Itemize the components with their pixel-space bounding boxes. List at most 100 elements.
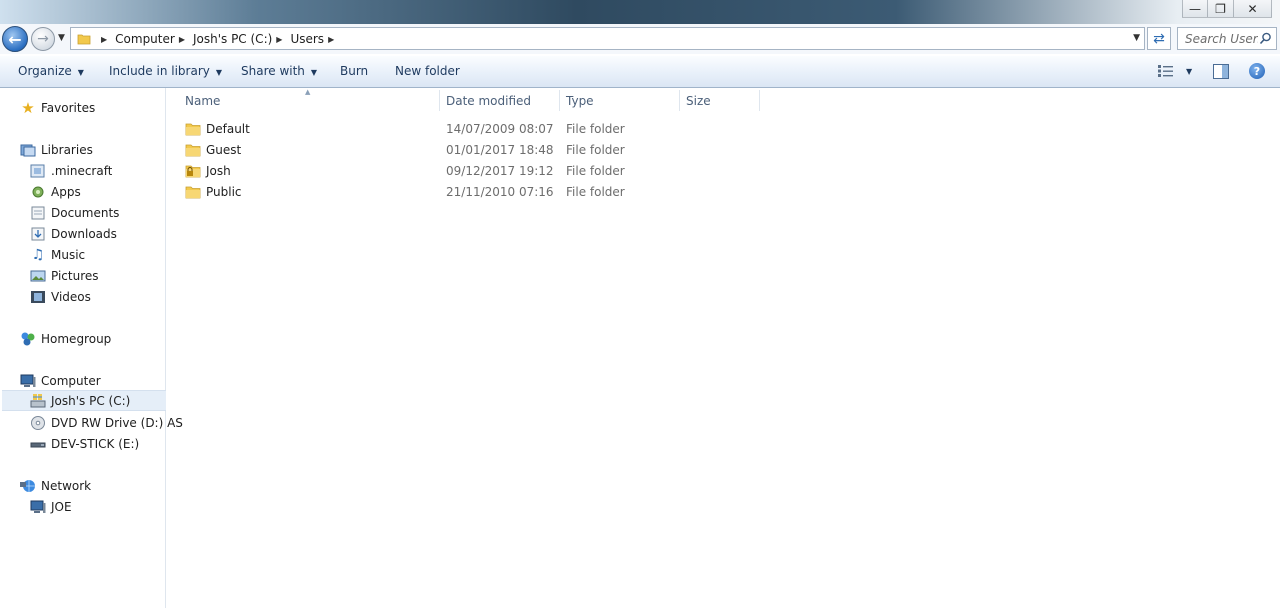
nav-library-minecraft-label: .minecraft xyxy=(51,163,113,178)
window-controls: — ❐ ✕ xyxy=(1182,0,1272,18)
recent-pages-button[interactable]: ▼ xyxy=(58,33,65,43)
chevron-right-icon[interactable]: ▶ xyxy=(179,35,185,44)
close-button[interactable]: ✕ xyxy=(1234,0,1272,18)
nav-library-videos[interactable]: Videos xyxy=(30,286,91,307)
folder-icon xyxy=(185,186,201,199)
column-divider[interactable] xyxy=(559,90,560,111)
nav-homegroup-label: Homegroup xyxy=(41,331,112,346)
file-list: ▲ Name Date modified Type Size Default 1… xyxy=(167,88,1280,608)
star-icon: ★ xyxy=(21,98,35,117)
folder-icon xyxy=(185,123,201,136)
file-date: 14/07/2009 08:07 xyxy=(446,122,554,136)
documents-icon xyxy=(30,205,46,221)
address-bar[interactable]: ▶ Computer ▶ Josh's PC (C:) ▶ Users ▶ ▼ xyxy=(70,27,1145,50)
nav-library-pictures-label: Pictures xyxy=(51,268,99,283)
nav-computer[interactable]: Computer xyxy=(20,370,101,391)
nav-library-downloads[interactable]: Downloads xyxy=(30,223,117,244)
column-divider[interactable] xyxy=(439,90,440,111)
nav-library-videos-label: Videos xyxy=(51,289,91,304)
nav-library-music-label: Music xyxy=(51,247,86,262)
chevron-right-icon[interactable]: ▶ xyxy=(276,35,282,44)
search-box xyxy=(1177,27,1277,50)
maximize-icon: ❐ xyxy=(1215,1,1226,16)
nav-library-downloads-label: Downloads xyxy=(51,226,117,241)
column-header-date-modified[interactable]: Date modified xyxy=(446,88,559,113)
nav-library-documents-label: Documents xyxy=(51,205,120,220)
nav-drive-d-label: DVD RW Drive (D:) AS xyxy=(51,415,183,430)
nav-library-minecraft[interactable]: .minecraft xyxy=(30,160,112,181)
column-header-name[interactable]: Name xyxy=(185,88,439,113)
search-input[interactable] xyxy=(1178,28,1258,49)
table-row[interactable]: Josh 09/12/2017 19:12 File folder xyxy=(167,161,767,182)
homegroup-icon xyxy=(20,331,36,347)
breadcrumb: ▶ Computer ▶ Josh's PC (C:) ▶ Users ▶ xyxy=(97,31,342,47)
nav-favorites-label: Favorites xyxy=(41,100,96,115)
nav-library-pictures[interactable]: Pictures xyxy=(30,265,99,286)
preview-pane-button[interactable] xyxy=(1213,64,1229,82)
new-folder-button[interactable]: New folder xyxy=(395,64,460,78)
forward-button[interactable]: → xyxy=(31,27,55,51)
share-with-button[interactable]: Share with ▼ xyxy=(241,64,317,78)
file-type: File folder xyxy=(566,185,625,199)
burn-button[interactable]: Burn xyxy=(340,64,368,78)
file-name: Josh xyxy=(206,164,231,178)
nav-favorites[interactable]: ★ Favorites xyxy=(20,97,95,118)
file-type: File folder xyxy=(566,122,625,136)
network-computer-icon xyxy=(30,499,46,515)
file-type: File folder xyxy=(566,164,625,178)
libraries-icon xyxy=(20,142,36,158)
nav-network-joe[interactable]: JOE xyxy=(30,496,72,517)
column-divider[interactable] xyxy=(679,90,680,111)
nav-network[interactable]: Network xyxy=(20,475,91,496)
downloads-icon xyxy=(30,226,46,242)
column-header-type[interactable]: Type xyxy=(566,88,679,113)
nav-homegroup[interactable]: Homegroup xyxy=(20,328,111,349)
nav-library-documents[interactable]: Documents xyxy=(30,202,119,223)
refresh-button[interactable]: ⇄ xyxy=(1147,27,1171,50)
locked-folder-icon xyxy=(185,165,201,178)
apps-icon xyxy=(30,184,46,200)
dvd-drive-icon xyxy=(30,415,46,431)
nav-drive-c[interactable]: Josh's PC (C:) xyxy=(2,390,166,411)
nav-libraries[interactable]: Libraries xyxy=(20,139,93,160)
column-header-size[interactable]: Size xyxy=(686,88,759,113)
chevron-down-icon: ▼ xyxy=(1186,66,1193,76)
help-button[interactable]: ? xyxy=(1249,63,1265,79)
search-icon[interactable] xyxy=(1259,32,1272,45)
breadcrumb-computer[interactable]: Computer xyxy=(115,32,175,46)
chevron-right-icon[interactable]: ▶ xyxy=(328,35,334,44)
folder-icon xyxy=(185,144,201,157)
computer-icon xyxy=(20,373,36,389)
file-name-cell: Default xyxy=(185,122,250,136)
chevron-right-icon[interactable]: ▶ xyxy=(101,35,107,44)
include-in-library-label: Include in library xyxy=(109,64,210,78)
preview-pane-icon xyxy=(1213,64,1229,79)
network-icon xyxy=(20,478,36,494)
folder-icon xyxy=(77,34,91,45)
change-view-button[interactable]: ▼ xyxy=(1158,65,1192,77)
nav-library-music[interactable]: ♫ Music xyxy=(30,244,85,265)
column-divider[interactable] xyxy=(759,90,760,111)
details-view-icon xyxy=(1158,65,1173,77)
maximize-button[interactable]: ❐ xyxy=(1208,0,1234,18)
command-bar: Organize ▼ Include in library ▼ Share with… xyxy=(0,56,1280,88)
minimize-button[interactable]: — xyxy=(1182,0,1208,18)
table-row[interactable]: Default 14/07/2009 08:07 File folder xyxy=(167,119,767,140)
nav-drive-c-label: Josh's PC (C:) xyxy=(51,393,131,408)
organize-button[interactable]: Organize ▼ xyxy=(18,64,84,78)
breadcrumb-drive[interactable]: Josh's PC (C:) xyxy=(193,32,272,46)
address-dropdown-icon[interactable]: ▼ xyxy=(1133,33,1140,43)
back-button[interactable]: ← xyxy=(2,26,28,52)
file-date: 09/12/2017 19:12 xyxy=(446,164,554,178)
chevron-down-icon: ▼ xyxy=(58,33,65,43)
nav-drive-d[interactable]: DVD RW Drive (D:) AS xyxy=(30,412,183,433)
forward-arrow-icon: → xyxy=(37,31,49,47)
include-in-library-button[interactable]: Include in library ▼ xyxy=(109,64,222,78)
file-name-cell: Josh xyxy=(185,164,231,178)
nav-drive-e[interactable]: DEV-STICK (E:) xyxy=(30,433,139,454)
table-row[interactable]: Guest 01/01/2017 18:48 File folder xyxy=(167,140,767,161)
film-icon xyxy=(30,289,46,305)
nav-library-apps[interactable]: Apps xyxy=(30,181,81,202)
table-row[interactable]: Public 21/11/2010 07:16 File folder xyxy=(167,182,767,203)
breadcrumb-users[interactable]: Users xyxy=(290,32,324,46)
